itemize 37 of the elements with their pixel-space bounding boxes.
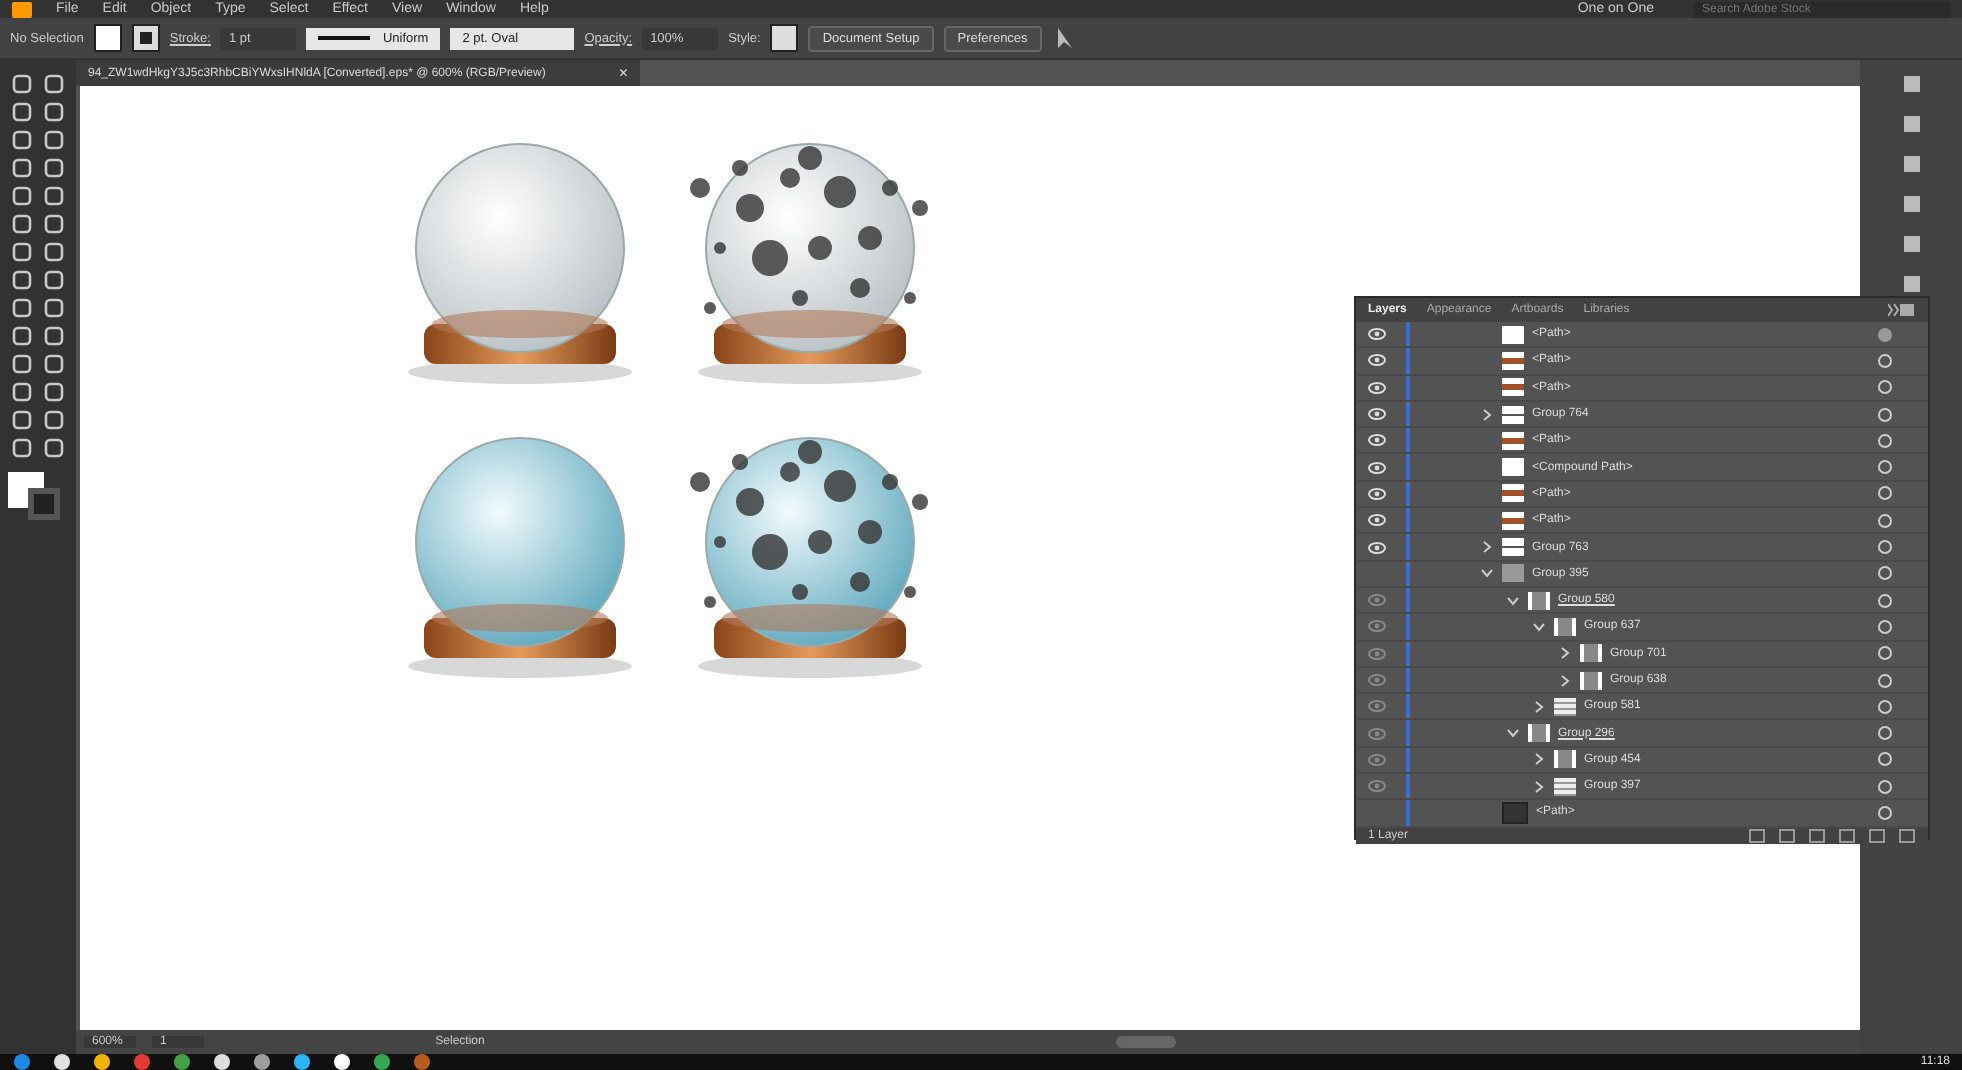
target-circle-icon[interactable] xyxy=(1878,699,1892,714)
expand-chevron-icon[interactable] xyxy=(1532,752,1546,767)
target-circle-icon[interactable] xyxy=(1878,593,1892,608)
expand-chevron-icon[interactable] xyxy=(1558,646,1572,661)
target-circle-icon[interactable] xyxy=(1878,752,1892,767)
target-circle-icon[interactable] xyxy=(1878,513,1892,528)
expand-chevron-icon[interactable] xyxy=(1532,619,1546,634)
close-tab-button[interactable]: × xyxy=(618,64,628,82)
expand-chevron-icon[interactable] xyxy=(1558,673,1572,687)
expand-chevron-icon[interactable] xyxy=(1506,593,1520,608)
target-circle-icon[interactable] xyxy=(1878,619,1892,634)
target-circle-icon[interactable] xyxy=(1878,805,1892,820)
expand-chevron-icon[interactable] xyxy=(1480,566,1494,581)
target-circle-icon[interactable] xyxy=(1878,673,1892,687)
target-circle-icon[interactable] xyxy=(1878,566,1892,581)
target-circle-icon[interactable] xyxy=(1878,433,1892,448)
target-circle-icon[interactable] xyxy=(1878,486,1892,501)
stroke-swatch[interactable] xyxy=(131,24,160,52)
target-circle-icon[interactable] xyxy=(1878,726,1892,741)
expand-chevron-icon[interactable] xyxy=(1532,779,1546,794)
expand-chevron-icon[interactable] xyxy=(1480,540,1494,555)
panel-menu-icon[interactable] xyxy=(1888,302,1916,318)
target-circle-icon[interactable] xyxy=(1878,353,1892,368)
target-circle-icon[interactable] xyxy=(1878,380,1892,395)
target-circle-icon[interactable] xyxy=(1878,460,1892,475)
fill-swatch[interactable] xyxy=(93,24,122,52)
expand-chevron-icon[interactable] xyxy=(1506,726,1520,741)
expand-chevron-icon[interactable] xyxy=(1532,699,1546,714)
target-circle-icon[interactable] xyxy=(1878,407,1892,422)
expand-chevron-icon[interactable] xyxy=(1480,407,1494,422)
app-logo xyxy=(12,1,32,17)
target-circle-icon[interactable] xyxy=(1878,327,1892,342)
target-circle-icon[interactable] xyxy=(1878,540,1892,555)
target-circle-icon[interactable] xyxy=(1878,646,1892,661)
style-swatch[interactable] xyxy=(770,24,799,52)
target-circle-icon[interactable] xyxy=(1878,779,1892,794)
horizontal-scrollbar[interactable] xyxy=(1116,1036,1176,1048)
